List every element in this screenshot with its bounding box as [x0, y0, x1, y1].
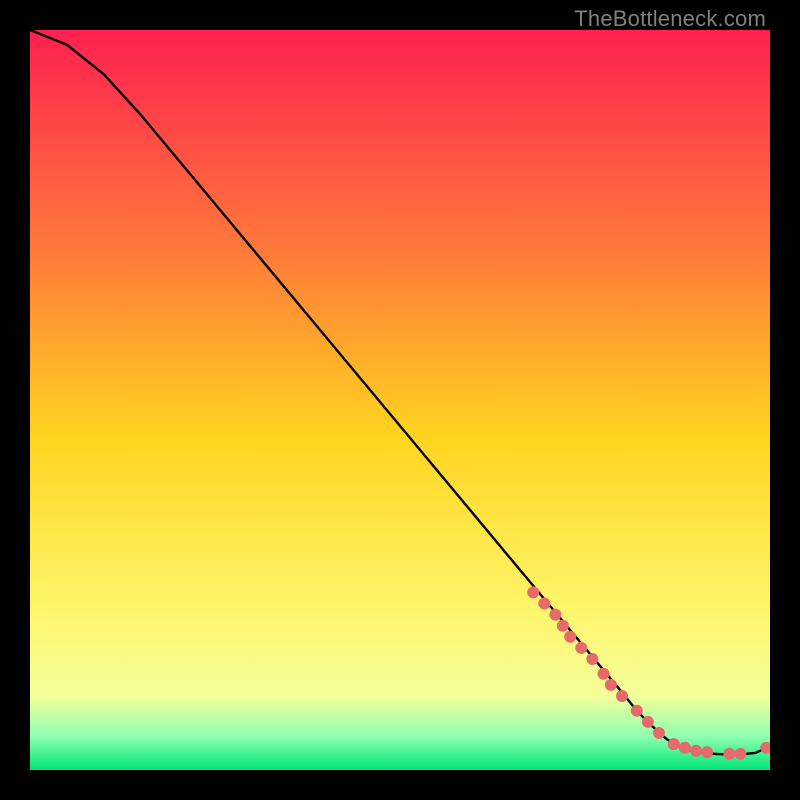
marker-point — [586, 653, 598, 665]
credit-watermark: TheBottleneck.com — [574, 6, 766, 32]
marker-point — [527, 586, 539, 598]
marker-point — [653, 727, 665, 739]
marker-point — [605, 679, 617, 691]
marker-point — [557, 620, 569, 632]
marker-point — [668, 738, 680, 750]
gradient-background — [30, 30, 770, 770]
bottleneck-chart — [30, 30, 770, 770]
marker-point — [575, 642, 587, 654]
marker-point — [616, 690, 628, 702]
marker-point — [598, 668, 610, 680]
marker-point — [734, 748, 746, 760]
marker-point — [701, 746, 713, 758]
marker-point — [723, 748, 735, 760]
marker-point — [538, 598, 550, 610]
chart-frame — [30, 30, 770, 770]
marker-point — [642, 716, 654, 728]
marker-point — [564, 631, 576, 643]
marker-point — [690, 745, 702, 757]
marker-point — [679, 742, 691, 754]
marker-point — [549, 609, 561, 621]
marker-point — [631, 705, 643, 717]
